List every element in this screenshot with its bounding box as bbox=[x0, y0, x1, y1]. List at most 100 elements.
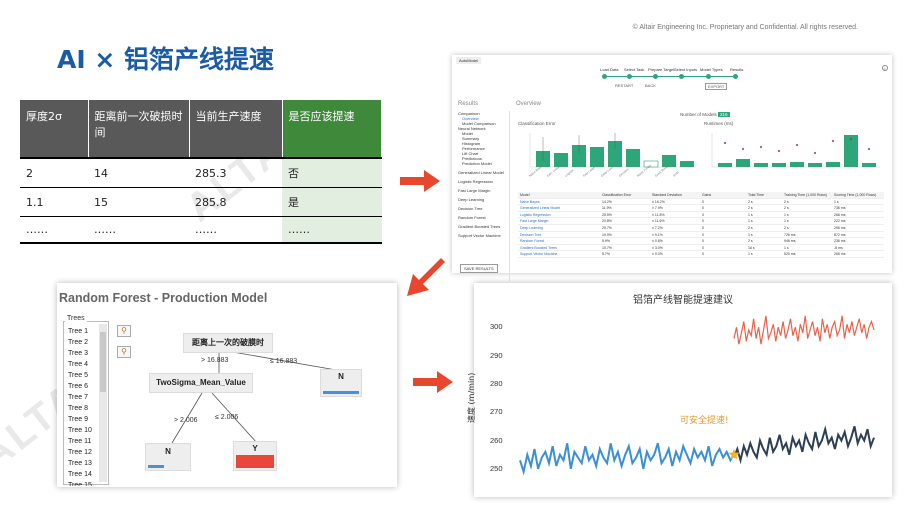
step-label[interactable]: Load Data bbox=[600, 67, 618, 72]
table-header-cell: Training Time (1,000 Rows) bbox=[784, 193, 827, 197]
table-row[interactable]: Random Forest 5.9% ± 0.6% 0 2 s 946 ms 236 ms bbox=[518, 238, 884, 245]
leaf-bar bbox=[148, 465, 164, 468]
table-row[interactable]: Decision Tree 19.0% ± 9.1% 0 1 s 726 ms 872 ms bbox=[518, 232, 884, 239]
table-cell: 285.3 bbox=[189, 157, 282, 188]
table-cell: 0 bbox=[702, 199, 704, 204]
step-label[interactable]: Select Inputs bbox=[674, 67, 697, 72]
table-cell: 2 bbox=[20, 157, 88, 188]
step-dot bbox=[733, 74, 738, 79]
results-header: Results bbox=[458, 101, 479, 107]
step-label[interactable]: Results bbox=[730, 67, 743, 72]
edge-label: > 2.006 bbox=[174, 417, 198, 424]
table-row[interactable]: Naive Bayes 14.2% ± 16.2% 0 2 s 2 s 1 s bbox=[518, 199, 884, 206]
table-cell: 0 bbox=[702, 212, 704, 217]
table-row[interactable]: Logistic Regression 25.5% ± 11.8% 0 1 s 1 s 26… bbox=[518, 212, 884, 219]
table-cell: 20.8% bbox=[602, 219, 612, 224]
table-cell: 1 s bbox=[784, 219, 789, 224]
tab-automodel[interactable]: AutoModel bbox=[456, 57, 482, 64]
nav-item[interactable]: Generalized Linear Model bbox=[458, 170, 509, 175]
table-header-cell: Model bbox=[520, 193, 530, 197]
tree-leaf-n[interactable]: N bbox=[145, 443, 191, 471]
table-row[interactable]: Deep Learning 29.7% ± 7.2% 0 2 s 2 s 296 ms bbox=[518, 225, 884, 232]
leaf-label: Y bbox=[252, 444, 258, 453]
nav-item[interactable]: Prediction Model bbox=[458, 161, 509, 166]
nav-item[interactable]: Fast Large Margin bbox=[458, 188, 509, 193]
table-cell: 19.0% bbox=[602, 232, 612, 237]
model-link[interactable]: Fast Large Margin bbox=[520, 219, 548, 223]
table-header-cell: 厚度2σ bbox=[20, 100, 89, 158]
back-button[interactable]: BACK bbox=[645, 83, 656, 88]
tree-root-node[interactable]: 距离上一次的破膜时 bbox=[183, 333, 273, 353]
nav-item[interactable]: Random Forest bbox=[458, 215, 509, 220]
table-cell: …… bbox=[189, 216, 282, 244]
nav-item[interactable]: Decision Tree bbox=[458, 206, 509, 211]
table-cell: 2 s bbox=[784, 225, 789, 230]
model-link[interactable]: Gradient Boosted Trees bbox=[520, 246, 557, 250]
table-cell: 2 s bbox=[784, 206, 789, 211]
table-cell: ± 7.2% bbox=[652, 225, 663, 230]
nav-item[interactable]: Deep Learning bbox=[458, 197, 509, 202]
step-dot bbox=[602, 74, 607, 79]
edge-label: > 16.883 bbox=[201, 357, 229, 364]
model-link[interactable]: Deep Learning bbox=[520, 226, 543, 230]
svg-text:Decision: Decision bbox=[618, 167, 630, 178]
table-cell: 1 s bbox=[748, 252, 753, 257]
leaf-bar bbox=[323, 391, 359, 394]
step-label[interactable]: Select Task bbox=[624, 67, 644, 72]
copyright-notice: © Altair Engineering Inc. Proprietary an… bbox=[632, 24, 858, 31]
table-cell: 2 s bbox=[748, 206, 753, 211]
info-icon[interactable]: i bbox=[882, 65, 888, 71]
table-row[interactable]: Support Vector Machine 5.7% ± 0.0% 0 1 s 520 … bbox=[518, 251, 884, 258]
table-row: …… …… …… …… bbox=[20, 216, 382, 244]
model-link[interactable]: Random Forest bbox=[520, 239, 544, 243]
table-cell: 1 s bbox=[748, 219, 753, 224]
export-button[interactable]: EXPORT bbox=[705, 83, 728, 90]
step-label[interactable]: Prepare Target bbox=[648, 67, 674, 72]
step-label[interactable]: Model Types bbox=[700, 67, 723, 72]
save-results-button[interactable]: SAVE RESULTS bbox=[460, 264, 498, 273]
results-nav: Comparison Overview Model Comparison Neu… bbox=[458, 111, 510, 281]
model-link[interactable]: Logistic Regression bbox=[520, 213, 551, 217]
model-link[interactable]: Decision Tree bbox=[520, 233, 541, 237]
table-cell: ± 3.0% bbox=[652, 245, 663, 250]
table-cell: 15 bbox=[88, 187, 189, 217]
random-forest-panel: Random Forest - Production Model Tree 1 … bbox=[57, 283, 397, 487]
nav-item[interactable]: Logistic Regression bbox=[458, 179, 509, 184]
tree-leaf-y[interactable]: Y bbox=[233, 441, 277, 471]
table-cell: 265 ms bbox=[834, 252, 846, 257]
table-row[interactable]: Generalized Linear Model 11.9% ± 7.9% 0 2 s 2… bbox=[518, 205, 884, 212]
tree-split-node[interactable]: TwoSigma_Mean_Value bbox=[149, 373, 253, 393]
table-header-cell: 是否应该提速 bbox=[282, 100, 382, 158]
svg-text:Naive Bayes: Naive Bayes bbox=[528, 164, 544, 178]
table-cell: 14 bbox=[88, 157, 189, 188]
model-link[interactable]: Generalized Linear Model bbox=[520, 206, 560, 210]
model-link[interactable]: Naive Bayes bbox=[520, 200, 540, 204]
table-cell: 285.8 bbox=[189, 187, 282, 217]
table-cell: 222 ms bbox=[834, 219, 846, 224]
speed-line-chart bbox=[519, 315, 875, 476]
table-cell: 0 bbox=[702, 245, 704, 250]
tree-leaf-n[interactable]: N bbox=[320, 369, 362, 397]
table-cell: 2 s bbox=[784, 199, 789, 204]
model-results-table: Model Classification Error Standard Devi… bbox=[518, 192, 884, 258]
restart-button[interactable]: RESTART bbox=[615, 83, 633, 88]
table-cell: ± 11.6% bbox=[652, 219, 665, 224]
table-cell: 0 bbox=[702, 219, 704, 224]
table-cell: 520 ms bbox=[784, 252, 796, 257]
table-cell: 1 s bbox=[834, 199, 839, 204]
nav-item[interactable]: Support Vector Machine bbox=[458, 233, 509, 238]
table-cell: 5.7% bbox=[602, 252, 610, 257]
chart-label: Runtimes (ms) bbox=[704, 121, 734, 126]
overview-header: Overview bbox=[516, 101, 542, 107]
table-cell: 0 bbox=[702, 225, 704, 230]
nav-item[interactable]: Gradient Boosted Trees bbox=[458, 224, 509, 229]
leaf-label: N bbox=[165, 447, 171, 456]
speed-series-late bbox=[733, 425, 875, 465]
models-count-badge: 216 bbox=[718, 112, 730, 117]
model-link[interactable]: Support Vector Machine bbox=[520, 252, 557, 256]
table-row[interactable]: Fast Large Margin 20.8% ± 11.6% 0 1 s 1 s 222 … bbox=[518, 218, 884, 225]
table-cell: 29.7% bbox=[602, 225, 612, 230]
table-cell: ± 16.2% bbox=[652, 199, 665, 204]
table-cell: 是 bbox=[282, 187, 382, 217]
table-row[interactable]: Gradient Boosted Trees 10.7% ± 3.0% 0 16 s 1 … bbox=[518, 245, 884, 252]
